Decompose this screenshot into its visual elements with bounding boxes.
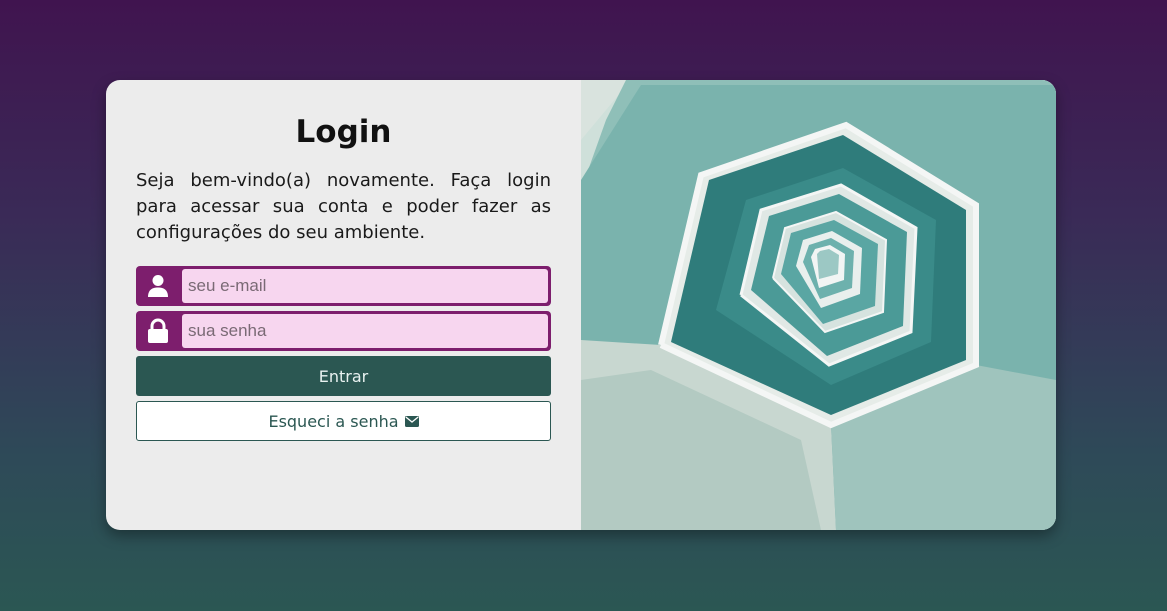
login-panel: Login Seja bem-vindo(a) novamente. Faça … (106, 80, 581, 530)
login-card: Login Seja bem-vindo(a) novamente. Faça … (106, 80, 1056, 530)
envelope-icon (404, 412, 419, 431)
staircase-image (581, 80, 1056, 530)
forgot-password-label: Esqueci a senha (268, 411, 399, 431)
lock-icon (136, 311, 180, 351)
forgot-password-button[interactable]: Esqueci a senha (136, 401, 551, 441)
user-icon (136, 266, 180, 306)
password-input[interactable] (182, 314, 548, 348)
page-title: Login (295, 114, 392, 150)
email-input[interactable] (182, 269, 548, 303)
welcome-text: Seja bem-vindo(a) novamente. Faça login … (136, 170, 551, 243)
email-field-group (136, 266, 551, 306)
login-button[interactable]: Entrar (136, 356, 551, 396)
staircase-photo (581, 80, 1056, 530)
password-field-group (136, 311, 551, 351)
